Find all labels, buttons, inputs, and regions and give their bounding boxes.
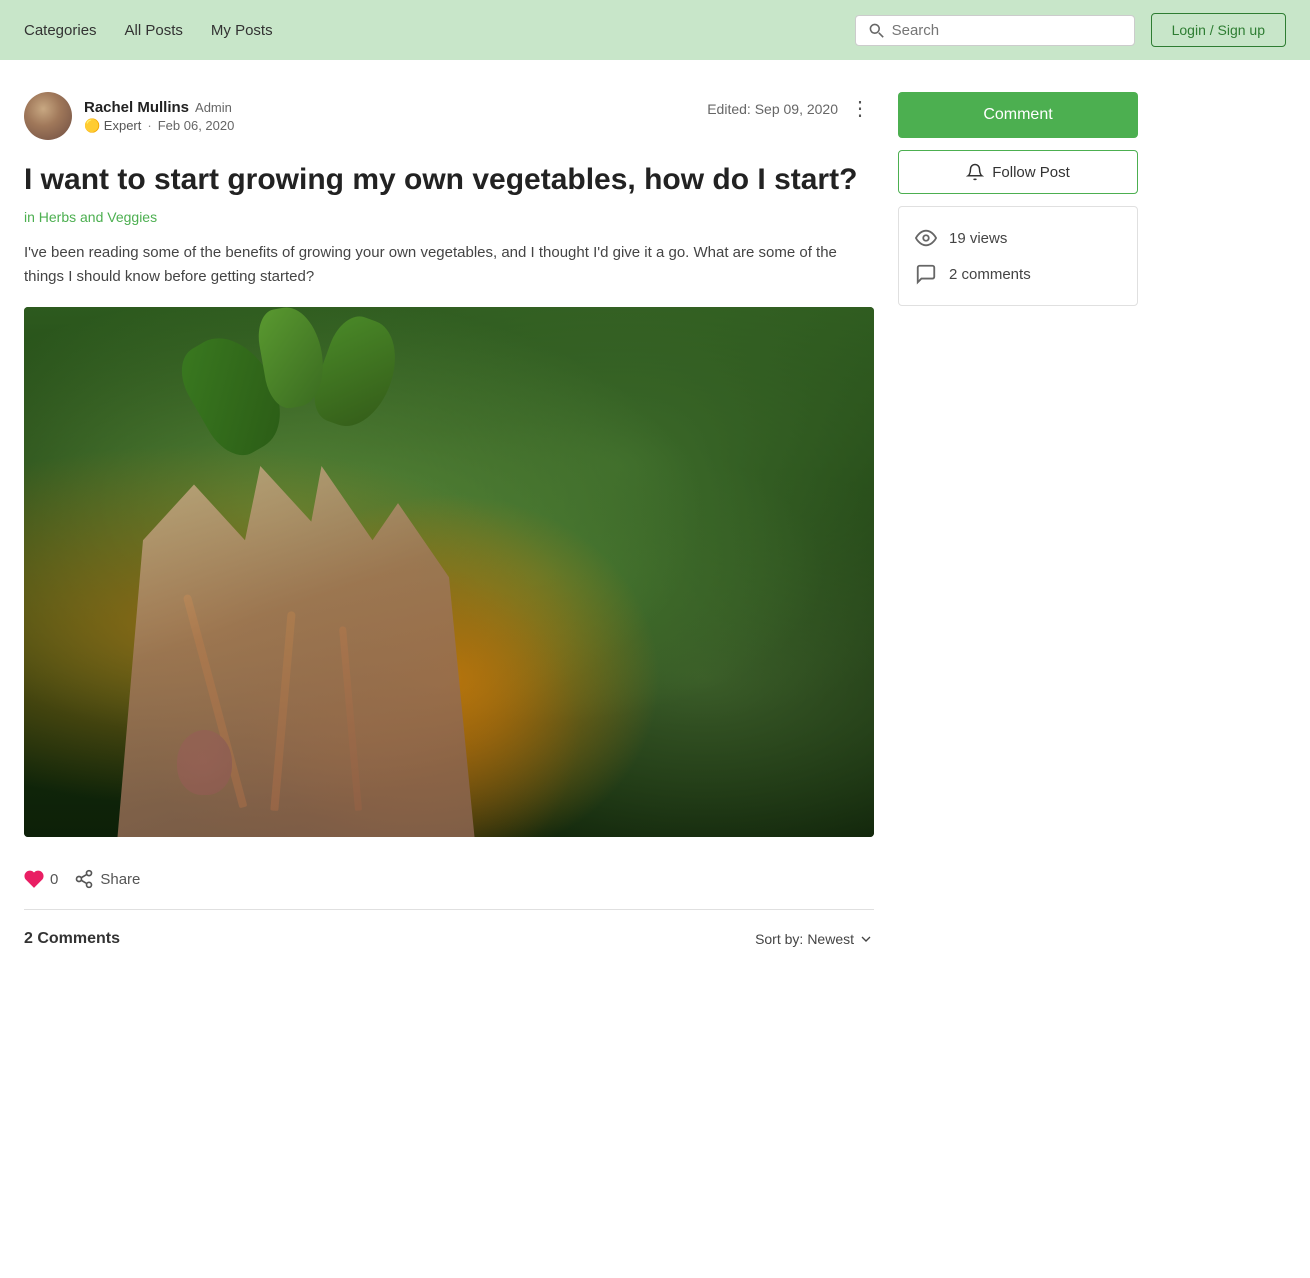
comments-title: 2 Comments xyxy=(24,930,120,948)
comments-stat: 2 comments xyxy=(915,263,1121,285)
divider xyxy=(24,909,874,910)
views-stat: 19 views xyxy=(915,227,1121,249)
share-label: Share xyxy=(100,871,140,888)
author-details: Rachel Mullins Admin 🟡 Expert · Feb 06, … xyxy=(84,99,234,134)
follow-post-button[interactable]: Follow Post xyxy=(898,150,1138,194)
sort-by-label: Sort by: xyxy=(755,931,803,947)
hand-decoration xyxy=(67,466,577,837)
author-meta: 🟡 Expert · Feb 06, 2020 xyxy=(84,118,234,134)
author-name: Rachel Mullins xyxy=(84,99,189,116)
follow-post-label: Follow Post xyxy=(992,164,1070,181)
admin-badge: Admin xyxy=(195,100,232,115)
veg-overlay xyxy=(24,307,874,837)
bell-icon xyxy=(966,163,984,181)
login-button[interactable]: Login / Sign up xyxy=(1151,13,1286,47)
search-input[interactable] xyxy=(892,22,1122,39)
post-category[interactable]: in Herbs and Veggies xyxy=(24,209,874,225)
avatar xyxy=(24,92,72,140)
navigation: Categories All Posts My Posts Login / Si… xyxy=(0,0,1310,60)
share-button[interactable]: Share xyxy=(74,869,140,889)
nav-links: Categories All Posts My Posts xyxy=(24,22,855,39)
author-row: Rachel Mullins Admin 🟡 Expert · Feb 06, … xyxy=(24,92,874,140)
nav-my-posts[interactable]: My Posts xyxy=(211,22,273,39)
comment-icon xyxy=(915,263,937,285)
comment-button[interactable]: Comment xyxy=(898,92,1138,138)
sidebar: Comment Follow Post 19 views 2 comments xyxy=(898,92,1138,952)
heart-icon xyxy=(24,869,44,889)
reactions-row: 0 Share xyxy=(24,869,874,889)
sort-option: Newest xyxy=(807,931,854,947)
main-layout: Rachel Mullins Admin 🟡 Expert · Feb 06, … xyxy=(0,60,1310,976)
more-options-button[interactable]: ⋮ xyxy=(846,92,874,125)
comments-count: 2 comments xyxy=(949,266,1031,283)
author-name-row: Rachel Mullins Admin xyxy=(84,99,234,116)
like-button[interactable]: 0 xyxy=(24,869,58,889)
search-icon xyxy=(868,22,884,38)
avatar-image xyxy=(24,92,72,140)
post-image-inner xyxy=(24,307,874,837)
views-count: 19 views xyxy=(949,230,1007,247)
comments-header: 2 Comments Sort by: Newest xyxy=(24,930,874,948)
edited-label: Edited: Sep 09, 2020 xyxy=(707,101,838,117)
author-info: Rachel Mullins Admin 🟡 Expert · Feb 06, … xyxy=(24,92,234,140)
chevron-down-icon xyxy=(858,931,874,947)
dot-separator: · xyxy=(147,118,151,133)
stats-box: 19 views 2 comments xyxy=(898,206,1138,306)
share-icon xyxy=(74,869,94,889)
post-date: Feb 06, 2020 xyxy=(158,118,235,133)
post-image xyxy=(24,307,874,837)
nav-categories[interactable]: Categories xyxy=(24,22,97,39)
post-title: I want to start growing my own vegetable… xyxy=(24,160,874,199)
post-content: Rachel Mullins Admin 🟡 Expert · Feb 06, … xyxy=(24,92,874,952)
like-count: 0 xyxy=(50,871,58,888)
expert-badge: 🟡 Expert xyxy=(84,118,141,134)
edited-row: Edited: Sep 09, 2020 ⋮ xyxy=(707,92,874,125)
nav-all-posts[interactable]: All Posts xyxy=(125,22,183,39)
post-body: I've been reading some of the benefits o… xyxy=(24,241,874,289)
eye-icon xyxy=(915,227,937,249)
sort-by-dropdown[interactable]: Sort by: Newest xyxy=(755,931,874,947)
search-box xyxy=(855,15,1135,46)
